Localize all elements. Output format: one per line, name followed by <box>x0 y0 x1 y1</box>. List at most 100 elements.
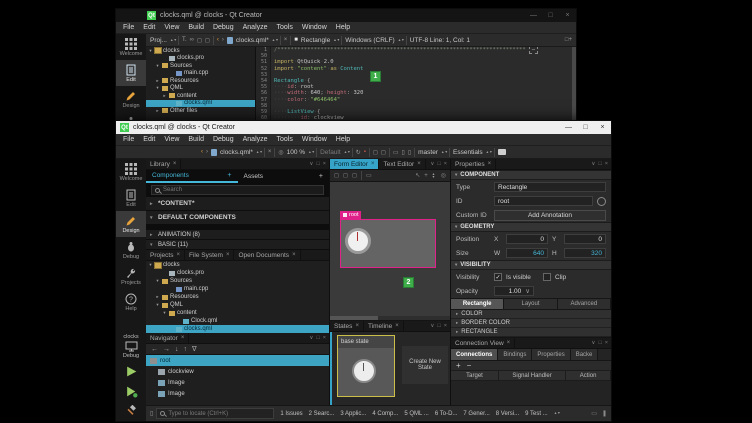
menu-item[interactable]: Window <box>298 136 331 143</box>
annotation-badge-1[interactable]: 1 <box>370 71 381 82</box>
snap-grid-icon[interactable]: ◻ <box>352 172 357 179</box>
toggle-output-icon[interactable]: ❚ <box>602 410 607 417</box>
move-up-icon[interactable]: ↑ <box>184 346 188 353</box>
section-visibility[interactable]: ▾VISIBILITY <box>451 260 611 270</box>
float-panel-icon[interactable]: □ <box>316 335 319 341</box>
tab-timeline[interactable]: Timeline× <box>364 321 404 331</box>
panel-icon[interactable]: ◻ <box>205 37 210 44</box>
panel-tab[interactable]: Projects× <box>146 250 185 260</box>
zoom-level[interactable]: 100 % <box>287 149 305 156</box>
menu-item[interactable]: Help <box>332 136 354 143</box>
symbol-selector[interactable]: Rectangle <box>301 37 330 44</box>
menu-item[interactable]: File <box>119 24 138 31</box>
create-new-state-button[interactable]: Create New State <box>402 346 448 384</box>
add-icon[interactable]: + <box>227 172 231 179</box>
output-pane-button[interactable]: 2 Searc... <box>306 411 338 417</box>
tree-item[interactable]: ▸ content <box>146 92 255 100</box>
menu-item[interactable]: Help <box>332 24 354 31</box>
menu-item[interactable]: Tools <box>273 136 297 143</box>
close-panel-icon[interactable]: × <box>444 161 447 167</box>
close-button[interactable]: × <box>559 12 576 19</box>
property-section-header[interactable]: ▸ COLOR <box>451 310 611 319</box>
open-document-selector[interactable]: clocks.qml* <box>220 149 253 156</box>
tree-item[interactable]: clocks.qml <box>146 100 255 108</box>
mode-welcome[interactable]: Welcome <box>116 159 146 185</box>
menu-item[interactable]: Build <box>184 24 208 31</box>
git-branch-selector[interactable]: master <box>418 149 438 156</box>
clock-face[interactable] <box>345 228 371 254</box>
no-snapping-icon[interactable]: ◻ <box>334 172 339 179</box>
connection-subtab[interactable]: Properties <box>532 349 570 360</box>
close-icon[interactable]: × <box>226 252 230 258</box>
feedback-icon[interactable] <box>498 149 506 155</box>
opacity-field[interactable]: 1.00∨ <box>494 286 534 296</box>
chevron-down-icon[interactable]: ∨ <box>525 287 530 295</box>
output-pane-button[interactable]: 1 Issues <box>277 411 305 417</box>
tree-item[interactable]: ▾ QML <box>146 85 255 93</box>
tree-item[interactable]: ▸ Resources <box>146 77 255 85</box>
connection-subtab[interactable]: Backe <box>571 349 599 360</box>
output-pane-button[interactable]: 5 QML ... <box>401 411 431 417</box>
chevron-down-icon[interactable]: ∨ <box>309 335 313 341</box>
tree-item[interactable]: ▾ Sources <box>146 62 255 70</box>
category-tab[interactable]: Advanced <box>558 299 611 309</box>
mode-help[interactable]: ? Help <box>116 289 146 315</box>
tree-item[interactable]: clocks.qml <box>146 325 329 333</box>
show-bounds-icon[interactable]: ▭ <box>366 172 372 179</box>
line-ending-selector[interactable]: Windows (CRLF) <box>345 37 394 44</box>
editor-split-icon[interactable]: □+ <box>565 37 572 43</box>
mode-edit[interactable]: Edit <box>116 185 146 211</box>
kit-selector[interactable]: clocks Debug <box>116 332 146 361</box>
output-pane-button[interactable]: 9 Test ... <box>522 411 551 417</box>
close-document-icon[interactable]: × <box>268 149 272 155</box>
category-tab[interactable]: Rectangle <box>451 299 504 309</box>
tab-library[interactable]: Library× <box>146 159 181 169</box>
back-titlebar[interactable]: Qt clocks.qml @ clocks - Qt Creator — □ … <box>116 9 576 22</box>
selection-mode-icon[interactable]: ↖ <box>415 172 420 179</box>
float-panel-icon[interactable]: □ <box>316 161 319 167</box>
is-visible-checkbox[interactable]: ✓ <box>494 273 502 281</box>
connection-table-body[interactable] <box>451 381 611 405</box>
fit-view-icon[interactable]: + <box>424 173 428 179</box>
panel-tab[interactable]: Open Documents× <box>234 250 300 260</box>
close-panel-icon[interactable]: × <box>323 161 326 167</box>
tree-item[interactable]: ▾ clocks <box>146 261 329 269</box>
close-icon[interactable]: × <box>395 323 399 329</box>
mode-welcome[interactable]: Welcome <box>116 34 146 60</box>
property-section-header[interactable]: ▸ RECTANGLE <box>451 328 611 337</box>
menu-item[interactable]: Edit <box>139 136 159 143</box>
move-right-icon[interactable]: → <box>163 346 170 353</box>
menu-item[interactable]: Analyze <box>239 136 272 143</box>
move-down-icon[interactable]: ↓ <box>175 346 179 353</box>
output-pane-button[interactable]: 4 Comp... <box>369 411 401 417</box>
navigator-item[interactable]: Image <box>146 388 329 399</box>
device-icon[interactable]: ▪ <box>364 149 366 155</box>
output-pane-button[interactable]: 7 Gener... <box>460 411 492 417</box>
toggle-sidebar-icon[interactable]: ▯ <box>150 410 153 417</box>
link-icon[interactable]: ∞ <box>190 37 194 43</box>
split-icon[interactable]: ◻ <box>197 37 202 44</box>
mode-design[interactable]: Design <box>116 86 146 112</box>
remove-connection-button[interactable]: − <box>467 361 472 370</box>
layout-icon[interactable]: ▭ <box>393 149 399 156</box>
forward-nav-icon[interactable]: › <box>222 37 224 43</box>
tree-item[interactable]: clocks.pro <box>146 269 329 277</box>
zoom-steps-icon[interactable]: ▲▼ <box>432 173 437 179</box>
menu-item[interactable]: View <box>160 24 183 31</box>
locator-input[interactable]: Type to locate (Ctrl+K) <box>156 408 274 419</box>
workspace-selector[interactable]: Essentials <box>453 149 483 156</box>
close-panel-icon[interactable]: × <box>605 340 608 346</box>
float-panel-icon[interactable]: □ <box>598 161 601 167</box>
tree-item[interactable]: ▸ Other files <box>146 107 255 115</box>
close-icon[interactable]: × <box>371 161 375 167</box>
float-panel-icon[interactable]: □ <box>437 161 440 167</box>
tree-item[interactable]: ▾ QML <box>146 301 329 309</box>
menu-item[interactable]: Window <box>298 24 331 31</box>
tree-item[interactable]: main.cpp <box>146 285 329 293</box>
tree-item[interactable]: clocks.pro <box>146 55 255 63</box>
tab-components[interactable]: Components+ <box>146 170 238 183</box>
root-rectangle[interactable] <box>340 219 436 268</box>
panel-tab[interactable]: File System× <box>185 250 234 260</box>
close-panel-icon[interactable]: × <box>323 335 326 341</box>
components-search-input[interactable]: Search <box>151 185 324 195</box>
